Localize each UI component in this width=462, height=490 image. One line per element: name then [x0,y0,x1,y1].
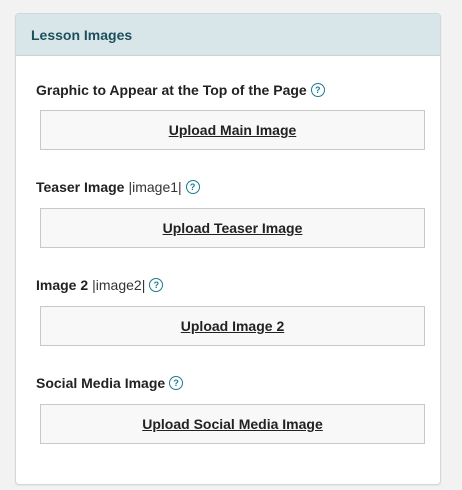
question-circle-icon[interactable]: ? [149,278,164,292]
panel-body: Graphic to Appear at the Top of the Page… [16,56,440,444]
field-label-row: Image 2 |image2| ? [36,275,425,295]
panel-title: Lesson Images [31,26,133,43]
field-label: Social Media Image [36,375,166,391]
field-label-row: Graphic to Appear at the Top of the Page… [36,80,425,100]
question-circle-icon[interactable]: ? [185,180,200,194]
upload-main-image-button[interactable]: Upload Main Image [40,110,425,150]
panel-header: Lesson Images [16,14,440,56]
field-social-media-image: Social Media Image ? Upload Social Media… [36,346,425,444]
lesson-images-panel: Lesson Images Graphic to Appear at the T… [15,13,441,485]
field-label-row: Social Media Image ? [36,373,425,393]
field-token: |image1| [128,179,182,195]
question-circle-icon[interactable]: ? [169,376,184,390]
field-token: |image2| [92,277,146,293]
field-main-image: Graphic to Appear at the Top of the Page… [36,56,425,150]
upload-teaser-image-button[interactable]: Upload Teaser Image [40,208,425,248]
field-label: Teaser Image [36,179,125,195]
upload-image-2-button[interactable]: Upload Image 2 [40,306,425,346]
question-circle-icon[interactable]: ? [310,83,325,97]
field-image-2: Image 2 |image2| ? Upload Image 2 [36,248,425,346]
upload-social-media-image-button[interactable]: Upload Social Media Image [40,404,425,444]
field-label: Image 2 [36,277,89,293]
field-label: Graphic to Appear at the Top of the Page [36,82,307,98]
field-label-row: Teaser Image |image1| ? [36,177,425,197]
field-teaser-image: Teaser Image |image1| ? Upload Teaser Im… [36,150,425,248]
